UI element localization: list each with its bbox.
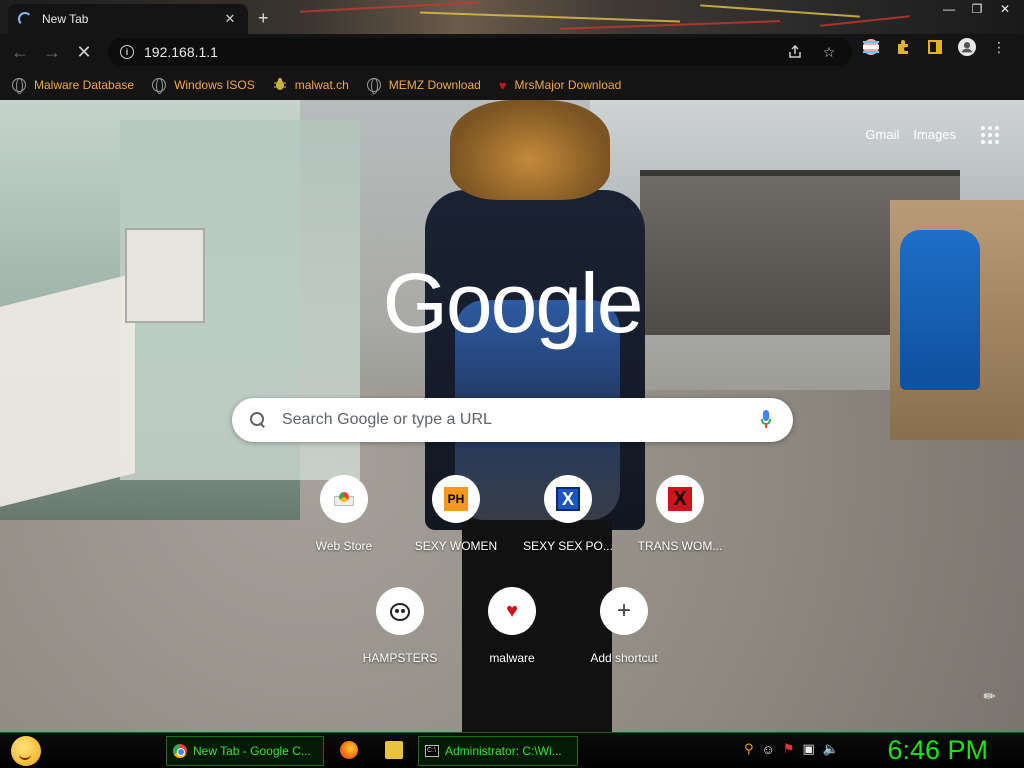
bookmark-windows-isos[interactable]: Windows ISOS [152, 78, 255, 94]
start-button[interactable] [6, 733, 46, 768]
start-face-icon [11, 736, 41, 766]
browser-toolbar: ← → ✕ i 192.168.1.1 ☆ ⋮ [0, 34, 1024, 70]
google-apps-icon[interactable] [981, 126, 999, 144]
ph-icon: PH [432, 475, 480, 523]
blue-x-icon: X [544, 475, 592, 523]
action-center-flag-icon[interactable]: ⚑ [783, 741, 795, 757]
globe-icon [366, 78, 381, 94]
heart-icon: ♥ [498, 77, 507, 93]
network-icon[interactable]: ▣ [802, 741, 814, 757]
chrome-icon [173, 744, 187, 758]
shortcut-label: HAMPSTERS [362, 651, 438, 665]
bookmark-label: malwat.ch [294, 78, 349, 92]
stop-loading-button[interactable]: ✕ [68, 36, 100, 68]
back-button[interactable]: ← [4, 36, 36, 68]
cmd-icon: C:\ [425, 745, 439, 757]
shortcut-label: SEXY SEX PO... [523, 539, 613, 553]
gmail-link[interactable]: Gmail [865, 127, 899, 142]
red-x-icon: X [656, 475, 704, 523]
shortcut-label: SEXY WOMEN [414, 539, 498, 553]
shortcut-sexy-sex-po[interactable]: X SEXY SEX PO... [512, 475, 624, 553]
new-tab-button[interactable]: + [258, 8, 269, 29]
tab-title: New Tab [42, 12, 89, 26]
heart-icon: ♥ [488, 587, 536, 635]
ntp-top-links: Gmail Images [865, 127, 956, 142]
shortcut-label: TRANS WOM... [637, 539, 723, 553]
address-text: 192.168.1.1 [144, 44, 218, 60]
search-key-icon[interactable]: ⚲ [744, 741, 754, 757]
bookmark-malware-database[interactable]: Malware Database [12, 78, 135, 94]
globe-icon [152, 78, 167, 94]
search-icon [250, 412, 266, 428]
taskbar-cmd-button[interactable]: C:\ Administrator: C:\Wi... [418, 736, 578, 766]
hamster-icon [376, 587, 424, 635]
maximize-button[interactable]: ❐ [963, 0, 991, 18]
shortcut-web-store[interactable]: Web Store [288, 475, 400, 553]
close-window-button[interactable]: ✕ [991, 0, 1019, 18]
side-panel-icon[interactable] [926, 38, 944, 56]
taskbar-clock[interactable]: 6:46 PM [887, 735, 988, 766]
address-bar[interactable]: i 192.168.1.1 ☆ [108, 38, 852, 66]
bookmark-label: MrsMajor Download [514, 78, 622, 92]
add-shortcut-button[interactable]: + Add shortcut [568, 587, 680, 665]
tab-close-icon[interactable]: ✕ [222, 11, 238, 27]
images-link[interactable]: Images [913, 127, 956, 142]
bookmark-label: Windows ISOS [174, 78, 255, 92]
shortcut-trans-wom[interactable]: X TRANS WOM... [624, 475, 736, 553]
task-label: New Tab - Google C... [193, 744, 311, 758]
system-tray: ⚲ ☺ ⚑ ▣ 🔈 [744, 741, 839, 757]
share-icon[interactable] [786, 43, 804, 61]
voice-search-icon[interactable] [761, 410, 771, 430]
kebab-menu-icon[interactable]: ⋮ [990, 38, 1008, 56]
bookmarks-bar: Malware Database Windows ISOS malwat.ch … [0, 70, 1024, 100]
profile-avatar-icon[interactable] [958, 38, 976, 56]
shortcut-label: Add shortcut [590, 651, 658, 665]
volume-icon[interactable]: 🔈 [823, 741, 839, 757]
site-info-icon[interactable]: i [120, 45, 134, 59]
shortcut-hampsters[interactable]: HAMPSTERS [344, 587, 456, 665]
google-logo: Google [382, 256, 644, 350]
chrome-web-store-icon [320, 475, 368, 523]
bookmark-label: Malware Database [34, 78, 135, 92]
bookmark-memz-download[interactable]: MEMZ Download [366, 78, 481, 94]
folder-icon[interactable] [385, 741, 403, 759]
shortcut-malware[interactable]: ♥ malware [456, 587, 568, 665]
plus-icon: + [600, 587, 648, 635]
bookmark-malwatch[interactable]: malwat.ch [273, 77, 349, 94]
bookmark-star-icon[interactable]: ☆ [820, 43, 838, 61]
taskbar-chrome-button[interactable]: New Tab - Google C... [166, 736, 324, 766]
messenger-icon[interactable]: ☺ [762, 742, 775, 757]
bookmark-label: MEMZ Download [388, 78, 481, 92]
loading-spinner-icon [18, 12, 32, 26]
forward-button[interactable]: → [36, 36, 68, 68]
shortcut-label: malware [489, 651, 535, 665]
tab-strip: New Tab ✕ + — ❐ ✕ [0, 0, 1024, 34]
globe-icon [12, 78, 26, 94]
task-label: Administrator: C:\Wi... [445, 744, 562, 758]
profile-flag-icon[interactable] [862, 38, 880, 56]
search-placeholder: Search Google or type a URL [282, 411, 492, 428]
minimize-button[interactable]: — [935, 0, 963, 18]
shortcut-label: Web Store [315, 539, 373, 553]
firefox-icon[interactable] [340, 741, 358, 759]
search-input[interactable]: Search Google or type a URL [232, 398, 793, 442]
taskbar: New Tab - Google C... C:\ Administrator:… [0, 732, 1024, 768]
shortcut-sexy-women[interactable]: PH SEXY WOMEN [400, 475, 512, 553]
bug-icon [273, 77, 287, 94]
bookmark-mrsmajor-download[interactable]: ♥ MrsMajor Download [499, 78, 621, 93]
tab-new-tab[interactable]: New Tab ✕ [8, 4, 248, 34]
extensions-puzzle-icon[interactable] [894, 38, 912, 56]
